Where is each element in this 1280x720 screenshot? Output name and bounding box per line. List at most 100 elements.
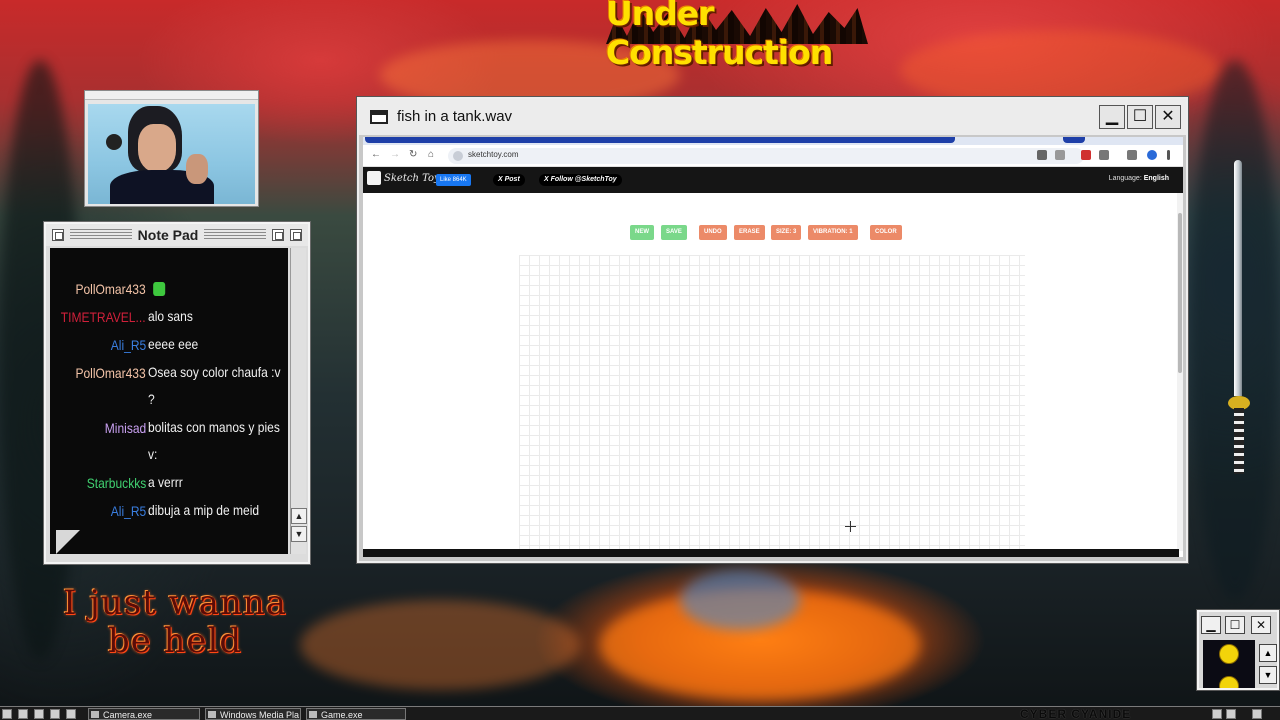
katana-icon: [1228, 160, 1250, 480]
chat-text: dibuja a mip de meid: [148, 502, 260, 518]
chat-username: PollOmar433: [75, 281, 146, 297]
task-label: Windows Media Pla: [220, 710, 300, 720]
tray-icon[interactable]: [1212, 709, 1222, 719]
person-hand: [186, 154, 208, 184]
chat-text: a verrr: [148, 474, 183, 490]
window-titlebar[interactable]: fish in a tank.wav ▁ ☐ ✕: [359, 99, 1186, 135]
webcam-window[interactable]: [84, 90, 259, 207]
scroll-up-icon[interactable]: ▲: [291, 508, 307, 524]
puzzle-icon[interactable]: [1099, 150, 1109, 160]
extension-icon[interactable]: [1081, 150, 1091, 160]
browser-tab[interactable]: [365, 137, 955, 143]
x-post-button[interactable]: X Post: [493, 174, 525, 186]
notepad-zoom-box[interactable]: [272, 229, 284, 241]
chat-text: Osea soy color chaufa :v: [148, 364, 281, 380]
chat-username: TIMETRAVEL...: [61, 309, 146, 325]
task-label: Camera.exe: [103, 710, 153, 720]
quicklaunch-icon[interactable]: [66, 709, 76, 719]
page-scrollbar[interactable]: [1177, 193, 1183, 551]
quicklaunch-icon[interactable]: [50, 709, 60, 719]
camera-icon: [91, 711, 99, 718]
save-button[interactable]: SAVE: [661, 225, 687, 240]
notepad-titlebar[interactable]: Note Pad: [46, 224, 308, 246]
notepad-collapse-box[interactable]: [290, 229, 302, 241]
overlay-line-2: be held: [107, 621, 243, 661]
scrollbar-thumb[interactable]: [1178, 213, 1182, 373]
resize-handle[interactable]: [56, 530, 80, 554]
crosshair-icon: [845, 521, 856, 532]
chat-text: bolitas con manos y pies: [148, 419, 280, 435]
color-button[interactable]: COLOR: [870, 225, 902, 240]
bg-hill: [300, 600, 580, 690]
home-icon[interactable]: ⌂: [428, 149, 434, 160]
chat-text-continued: v:: [148, 446, 158, 462]
close-button[interactable]: ✕: [1155, 105, 1181, 129]
task-camera[interactable]: Camera.exe: [88, 708, 200, 720]
person-face: [138, 124, 176, 172]
katana-blade: [1234, 160, 1242, 396]
reload-icon[interactable]: ↻: [409, 149, 417, 160]
url-text: sketchtoy.com: [468, 150, 519, 159]
new-button[interactable]: NEW: [630, 225, 654, 240]
smiley-panel: [1203, 640, 1255, 688]
facebook-like-button[interactable]: Like 864K: [436, 174, 471, 186]
address-bar[interactable]: sketchtoy.com: [448, 148, 1084, 164]
cyber-cyanide-label: CYBER CYANIDE: [1020, 707, 1132, 720]
chat-text: eeee eee: [148, 336, 199, 352]
under-construction-banner: Under Construction: [606, 0, 868, 76]
list-icon[interactable]: [1127, 150, 1137, 160]
window-title: fish in a tank.wav: [397, 108, 513, 125]
minimize-button[interactable]: ▁: [1099, 105, 1125, 129]
banner-text: Under Construction: [606, 0, 833, 72]
forward-icon[interactable]: →: [390, 149, 400, 160]
webcam-titlebar[interactable]: [85, 91, 258, 100]
undo-button[interactable]: UNDO: [699, 225, 727, 240]
logo-icon: [367, 171, 381, 185]
bg-orange-peak: [680, 570, 800, 630]
notepad-scrollbar[interactable]: ▲ ▼: [290, 248, 307, 554]
tray-icon[interactable]: [1252, 709, 1262, 719]
taskbar: Camera.exe Windows Media Pla Game.exe CY…: [0, 706, 1280, 720]
new-tab-button[interactable]: [1063, 137, 1085, 143]
size-button[interactable]: SIZE: 3: [771, 225, 802, 240]
task-media-player[interactable]: Windows Media Pla: [205, 708, 301, 720]
scroll-down-icon[interactable]: ▼: [291, 526, 307, 542]
erase-button[interactable]: ERASE: [734, 225, 765, 240]
start-icon[interactable]: [2, 709, 12, 719]
titlebar-stripes: [204, 229, 266, 241]
mini-scroll-up-icon[interactable]: ▲: [1259, 644, 1277, 662]
drawing-canvas[interactable]: [519, 255, 1025, 551]
site-info-icon[interactable]: [453, 151, 463, 161]
quicklaunch-icon[interactable]: [34, 709, 44, 719]
maximize-button[interactable]: ☐: [1127, 105, 1153, 129]
vibration-button[interactable]: VIBRATION: 1: [808, 225, 858, 240]
chat-username: PollOmar433: [75, 365, 146, 381]
mini-scroll-down-icon[interactable]: ▼: [1259, 666, 1277, 684]
menu-icon[interactable]: [1167, 150, 1170, 160]
task-label: Game.exe: [321, 710, 363, 720]
mini-minimize-button[interactable]: ▁: [1201, 616, 1221, 634]
game-icon: [309, 711, 317, 718]
sketch-area: NEW SAVE UNDO ERASE SIZE: 3 VIBRATION: 1…: [363, 215, 1179, 551]
notepad-title: Note Pad: [137, 227, 199, 243]
chat-text: alo sans: [148, 308, 193, 324]
profile-icon[interactable]: [1147, 150, 1157, 160]
quicklaunch-icon[interactable]: [18, 709, 28, 719]
notepad-close-box[interactable]: [52, 229, 64, 241]
notepad-window: Note Pad PollOmar433 TIMETRAVEL... alo s…: [43, 221, 311, 565]
eye-off-icon[interactable]: [1037, 150, 1047, 160]
back-icon[interactable]: ←: [371, 149, 381, 160]
titlebar-stripes: [70, 229, 132, 241]
sketchtoy-logo[interactable]: Sketch Toy: [367, 171, 440, 185]
tray-icon[interactable]: [1226, 709, 1236, 719]
mini-maximize-button[interactable]: ☐: [1225, 616, 1245, 634]
star-icon[interactable]: [1055, 150, 1065, 160]
mini-window: ▁ ☐ ✕ ▲ ▼: [1196, 609, 1280, 691]
overlay-line-1: I just wanna: [62, 583, 288, 623]
language-selector[interactable]: Language: English: [1109, 175, 1169, 182]
chat-username: Ali_R5: [110, 337, 146, 353]
mini-close-button[interactable]: ✕: [1251, 616, 1271, 634]
overlay-text: I just wanna be held: [50, 584, 300, 660]
task-game[interactable]: Game.exe: [306, 708, 406, 720]
x-follow-button[interactable]: X Follow @SketchToy: [539, 174, 622, 186]
